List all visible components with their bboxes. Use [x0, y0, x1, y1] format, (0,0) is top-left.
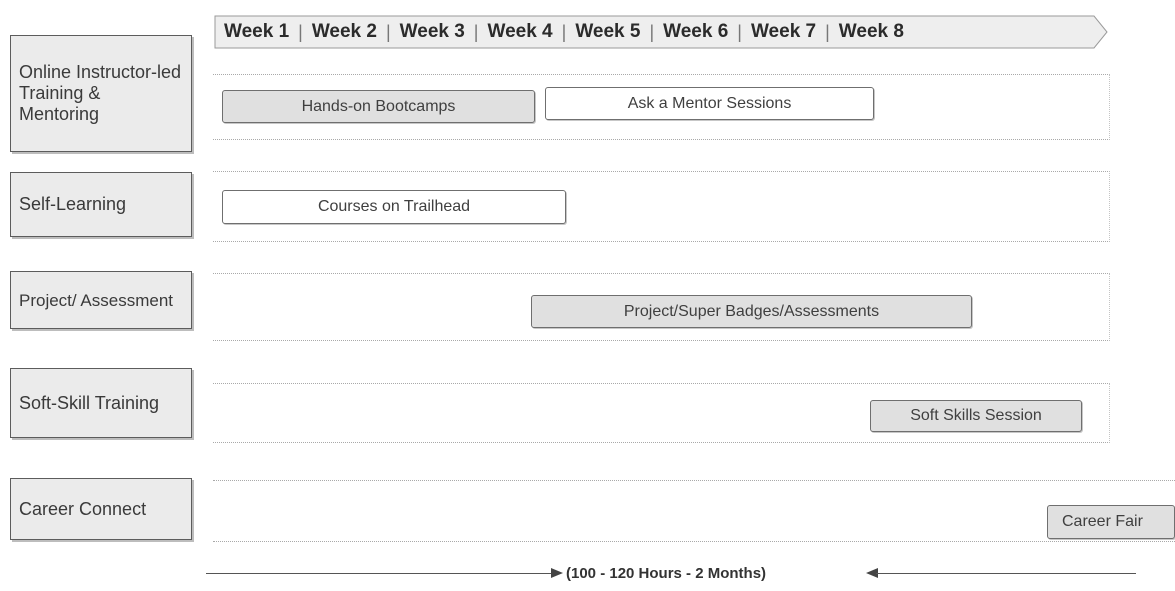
right-arrow-line	[876, 573, 1136, 574]
left-arrow-line	[206, 573, 556, 574]
lane-label-self-learning: Self-Learning	[10, 172, 192, 237]
week-label: Week 7	[750, 21, 817, 42]
lane-label-instructor-led: Online Instructor-led Training & Mentori…	[10, 35, 192, 152]
activity-hands-on-bootcamps: Hands-on Bootcamps	[222, 90, 535, 123]
activity-soft-skills-session: Soft Skills Session	[870, 400, 1082, 432]
week-label: Week 5	[575, 21, 641, 42]
week-label: Week 6	[663, 21, 729, 42]
lane-label-project-assessment: Project/ Assessment	[10, 271, 192, 329]
activity-courses-on-trailhead: Courses on Trailhead	[222, 190, 566, 224]
activity-career-fair: Career Fair	[1047, 505, 1175, 539]
arrow-right-icon	[551, 568, 563, 578]
week-label: Week 4	[487, 21, 553, 42]
lane-career-connect	[213, 480, 1175, 542]
week-label: Week 3	[399, 21, 465, 42]
week-timeline-header: Week 1 | Week 2 | Week 3 | Week 4 | Week…	[214, 14, 1108, 50]
week-label: Week 2	[311, 21, 377, 42]
week-label: Week 8	[838, 21, 904, 42]
lane-label-career-connect: Career Connect	[10, 478, 192, 540]
week-label: Week 1	[224, 21, 290, 42]
activity-ask-a-mentor: Ask a Mentor Sessions	[545, 87, 874, 120]
duration-footer: (100 - 120 Hours - 2 Months)	[206, 565, 1136, 583]
week-list: Week 1 | Week 2 | Week 3 | Week 4 | Week…	[224, 21, 904, 42]
duration-note: (100 - 120 Hours - 2 Months)	[566, 565, 767, 582]
activity-project-super-badges: Project/Super Badges/Assessments	[531, 295, 972, 328]
lane-label-soft-skill: Soft-Skill Training	[10, 368, 192, 438]
